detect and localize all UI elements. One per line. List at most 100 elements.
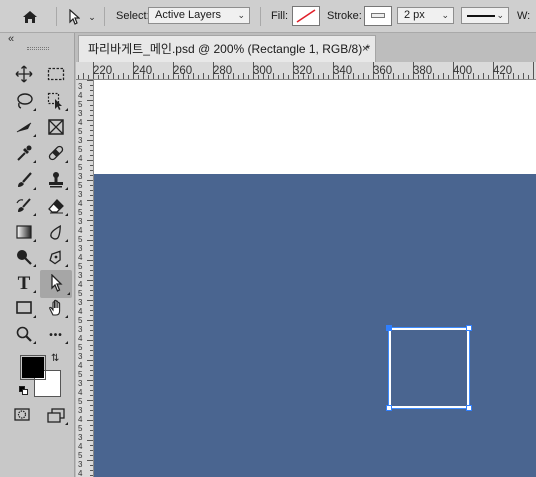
select-dropdown[interactable]: Active Layers ⌄ [148, 7, 250, 24]
canvas-white-area[interactable] [94, 80, 536, 174]
horizontal-ruler[interactable]: 220 240 260 280 300 320 340 360 380 400 420 [76, 62, 536, 80]
ruler-label: 340 [333, 65, 353, 77]
ruler-tick [128, 75, 129, 79]
options-bar: ⌄ Select: Active Layers ⌄ Fill: Stroke: … [0, 0, 536, 33]
quick-mask-mode[interactable] [8, 404, 36, 428]
ruler-tick [238, 75, 239, 79]
ruler-tick [518, 75, 519, 79]
ruler-tick [87, 340, 93, 341]
type-icon: T [17, 273, 31, 294]
ruler-tick [87, 80, 93, 81]
document-tab-title: 파리바게트_메인.psd @ 200% (Rectangle 1, RGB/8)… [88, 42, 371, 56]
tool-preset-chevron-icon[interactable]: ⌄ [86, 11, 98, 23]
ruler-tick [323, 73, 324, 79]
ruler-tick [87, 120, 93, 121]
edit-toolbar[interactable]: ••• [42, 323, 70, 347]
gradient-tool[interactable] [10, 221, 38, 245]
direct-selection-arrow-icon[interactable] [64, 6, 84, 28]
anchor-point-handle[interactable] [386, 325, 392, 331]
ruler-tick [318, 75, 319, 79]
ruler-tick [313, 73, 314, 79]
chevron-down-icon: ⌄ [496, 10, 504, 20]
screen-mode-icon [46, 407, 66, 426]
ruler-tick [90, 475, 93, 476]
type-tool[interactable]: T [10, 272, 38, 296]
blur-tool[interactable] [42, 221, 70, 245]
ruler-tick [90, 215, 93, 216]
hand-tool[interactable] [42, 297, 70, 321]
eyedropper-tool[interactable] [10, 142, 38, 166]
ruler-label: 3 [78, 172, 83, 181]
ruler-tick [90, 125, 93, 126]
ruler-tick [90, 170, 93, 171]
default-colors-icon[interactable] [19, 386, 29, 396]
ruler-tick [90, 470, 93, 471]
ruler-tick [90, 250, 93, 251]
ruler-tick [90, 405, 93, 406]
vertical-ruler[interactable]: 3453453545353453453453453453453453453453… [76, 80, 94, 477]
ruler-label: 5 [78, 397, 83, 406]
frame-tool[interactable] [42, 116, 70, 140]
ruler-label: 400 [453, 65, 473, 77]
ruler-label: 320 [293, 65, 313, 77]
clone-stamp-tool[interactable] [42, 169, 70, 193]
lasso-tool[interactable] [10, 90, 38, 114]
ruler-label: 3 [78, 244, 83, 253]
ruler-label: 3 [78, 190, 83, 199]
anchor-point-handle[interactable] [466, 405, 472, 411]
ruler-tick [523, 73, 524, 79]
ruler-tick [208, 75, 209, 79]
ruler-tick [90, 85, 93, 86]
ruler-label: 4 [78, 154, 83, 163]
healing-brush-tool[interactable] [42, 142, 70, 166]
ruler-tick [90, 205, 93, 206]
ruler-tick [90, 375, 93, 376]
zoom-tool[interactable] [10, 323, 38, 347]
ruler-label: 5 [78, 208, 83, 217]
object-selection-tool[interactable] [42, 90, 70, 114]
ruler-tick [90, 135, 93, 136]
close-icon[interactable]: × [362, 36, 368, 62]
anchor-point-handle[interactable] [386, 405, 392, 411]
ruler-tick [488, 75, 489, 79]
chevron-down-icon: ⌄ [441, 10, 449, 20]
ruler-label: 5 [78, 163, 83, 172]
rectangle-shape[interactable] [388, 327, 470, 409]
collapse-icon[interactable]: « [8, 33, 14, 45]
rectangular-marquee-tool[interactable] [42, 63, 70, 87]
anchor-point-handle[interactable] [466, 325, 472, 331]
eraser-tool[interactable] [42, 195, 70, 219]
history-brush-tool[interactable] [10, 195, 38, 219]
move-tool[interactable] [10, 63, 38, 87]
ruler-tick [358, 75, 359, 79]
ruler-label: 3 [78, 271, 83, 280]
ruler-tick [113, 73, 114, 79]
document-tab[interactable]: 파리바게트_메인.psd @ 200% (Rectangle 1, RGB/8)… [78, 35, 376, 62]
direct-selection-tool[interactable] [40, 270, 72, 298]
home-icon[interactable] [18, 6, 42, 28]
stroke-swatch[interactable] [364, 6, 392, 26]
ruler-tick [87, 100, 93, 101]
ruler-label: 4 [78, 334, 83, 343]
pen-tool[interactable] [42, 246, 70, 270]
foreground-color-swatch[interactable] [20, 355, 46, 380]
stroke-width-field[interactable]: 2 px ⌄ [397, 7, 454, 24]
fill-swatch[interactable] [292, 6, 320, 26]
ruler-tick [90, 110, 93, 111]
slice-tool[interactable] [10, 116, 38, 140]
rectangle-tool[interactable] [10, 297, 38, 321]
move-icon [15, 65, 33, 86]
ruler-label: 4 [78, 361, 83, 370]
ruler-tick [90, 150, 93, 151]
stroke-type-dropdown[interactable]: ⌄ [461, 7, 509, 24]
gradient-icon [15, 223, 33, 244]
ruler-tick [353, 73, 354, 79]
dodge-tool[interactable] [10, 246, 38, 270]
separator [56, 7, 57, 26]
toolbox-grip[interactable] [27, 47, 49, 50]
swap-colors-icon[interactable]: ⇅ [51, 353, 59, 364]
ruler-label: 280 [213, 65, 233, 77]
screen-mode[interactable] [42, 404, 70, 428]
brush-tool[interactable] [10, 169, 38, 193]
ruler-tick [87, 280, 93, 281]
